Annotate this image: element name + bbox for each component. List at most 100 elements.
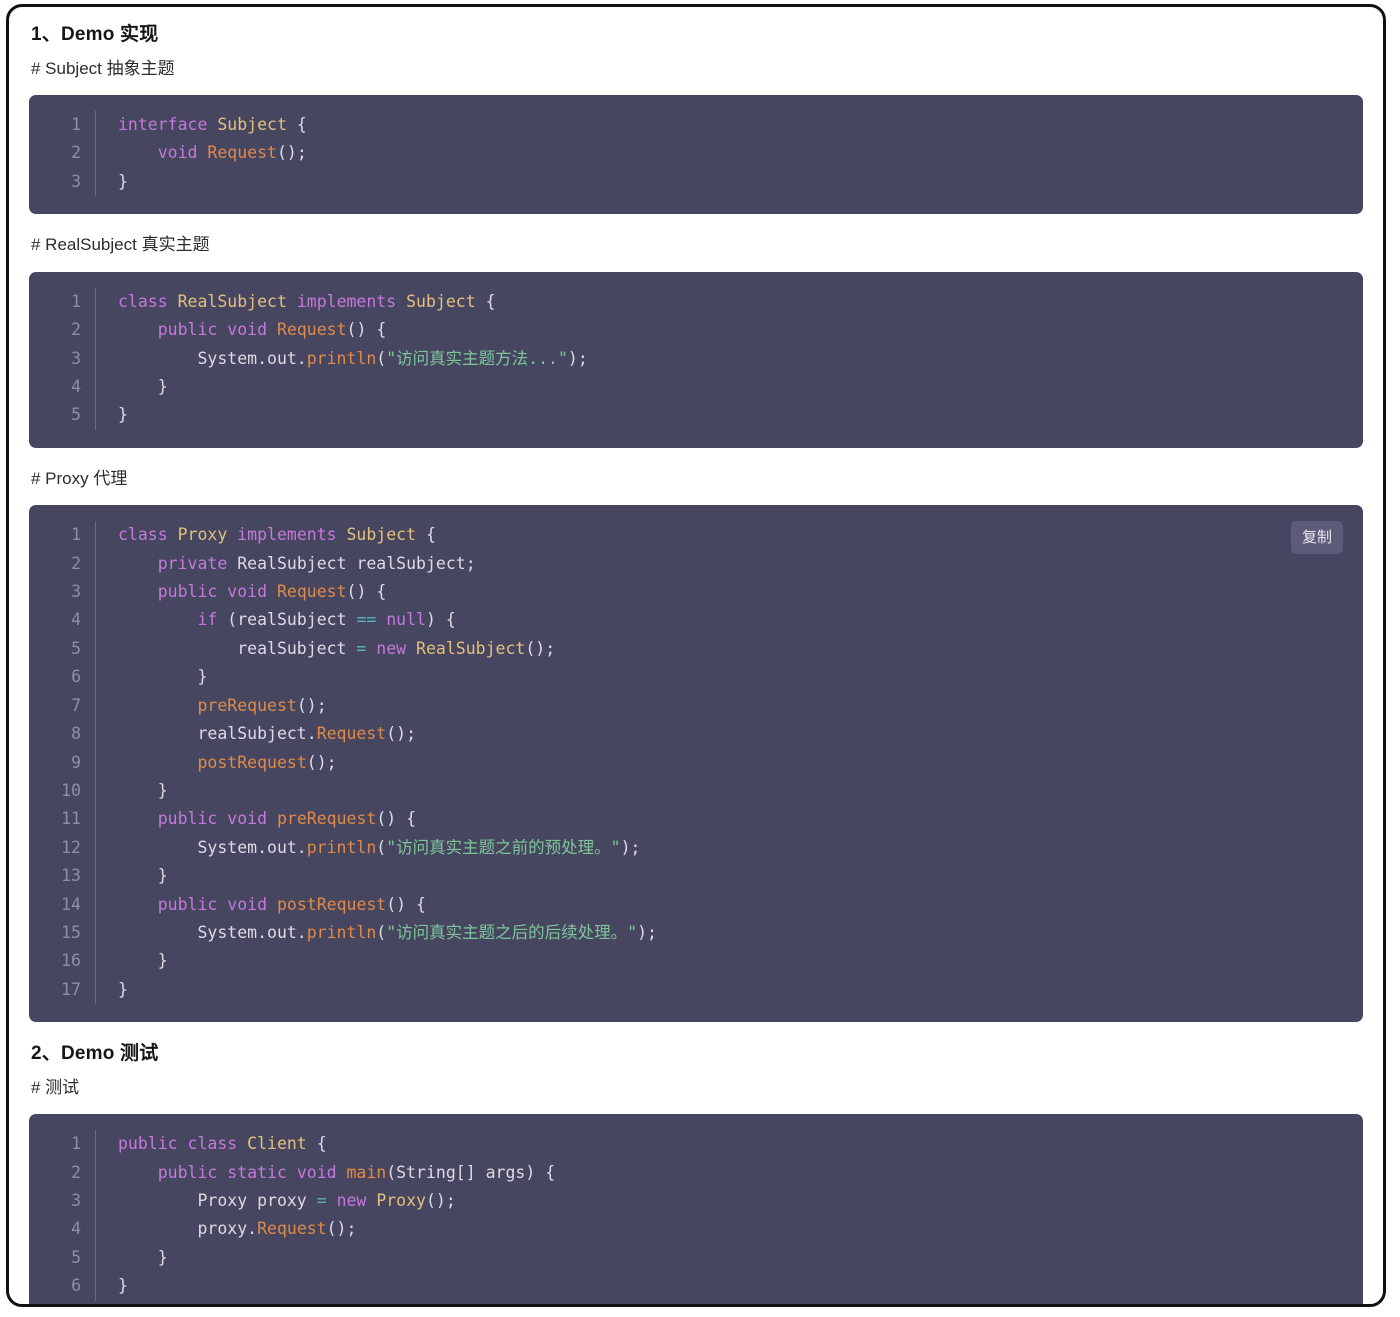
code-line: 1 public class Client { <box>29 1130 1364 1159</box>
code-token-op: = <box>356 638 367 658</box>
line-number: 16 <box>29 947 96 976</box>
code-line-content[interactable]: class RealSubject implements Subject { <box>96 288 1364 316</box>
code-line-content[interactable]: public void preRequest() { <box>96 805 1364 833</box>
code-token-kw: private <box>157 553 238 573</box>
code-line-content[interactable]: public static void main(String[] args) { <box>96 1159 1364 1187</box>
line-number: 12 <box>29 833 96 863</box>
code-token-typ: RealSubject <box>177 291 297 311</box>
code-token-pln: realSubject <box>118 638 357 658</box>
code-token-kw: void <box>157 143 208 163</box>
code-line-content[interactable]: private RealSubject realSubject; <box>96 550 1364 578</box>
code-line-content[interactable]: Proxy proxy = new Proxy(); <box>96 1187 1364 1215</box>
code-line-content[interactable]: } <box>96 168 1364 196</box>
code-line: 3} <box>29 167 1364 197</box>
code-token-pln <box>118 582 158 601</box>
code-line-content[interactable]: } <box>96 663 1364 691</box>
code-token-fn: preRequest <box>197 695 297 715</box>
code-line: 4 proxy.Request(); <box>29 1215 1364 1244</box>
code-line: 2 public static void main(String[] args)… <box>29 1158 1364 1187</box>
section-title: 1、Demo 实现 <box>31 24 159 45</box>
code-token-pln <box>118 1163 158 1182</box>
code-token-kw: public static void <box>157 1162 347 1182</box>
line-number: 3 <box>29 344 96 373</box>
code-listing: 1 public class Client {2 public static vo… <box>29 1130 1364 1301</box>
code-line-content[interactable]: realSubject = new RealSubject(); <box>96 635 1364 663</box>
code-token-typ: Proxy <box>376 1190 426 1210</box>
line-number: 2 <box>29 549 96 579</box>
code-line-content[interactable]: proxy.Request(); <box>96 1215 1364 1243</box>
line-number: 4 <box>29 1215 96 1244</box>
code-block-label: # Proxy 代理 <box>31 468 128 488</box>
code-line-content[interactable]: public void Request() { <box>96 316 1364 344</box>
code-line: 3 Proxy proxy = new Proxy(); <box>29 1186 1364 1216</box>
code-line: 9 postRequest(); <box>29 748 1364 777</box>
code-token-pln: } <box>118 171 128 191</box>
code-token-kw: implements <box>296 291 407 311</box>
line-number: 3 <box>29 1186 96 1216</box>
code-token-pln: { <box>316 1134 327 1154</box>
code-token-pln: ) { <box>426 610 456 630</box>
copy-code-button[interactable]: 复制 <box>1290 521 1343 555</box>
code-token-pln: } <box>118 1247 168 1267</box>
code-line-content[interactable]: realSubject.Request(); <box>96 720 1364 748</box>
code-line: 2 void Request(); <box>29 139 1364 168</box>
code-line: 3 public void Request() { <box>29 578 1364 607</box>
code-line-content[interactable]: } <box>96 1272 1364 1300</box>
line-number: 7 <box>29 691 96 721</box>
code-token-typ: Subject <box>217 115 297 134</box>
code-token-kw: implements <box>237 525 347 545</box>
code-line: 14 public void postRequest() { <box>29 890 1364 919</box>
code-line-content[interactable]: void Request(); <box>96 139 1364 167</box>
section-title: 2、Demo 测试 <box>31 1043 159 1065</box>
code-line-content[interactable]: } <box>96 947 1364 975</box>
code-line-content[interactable]: class Proxy implements Subject { <box>96 521 1364 549</box>
code-line: 3 System.out.println("访问真实主题方法..."); <box>29 344 1364 373</box>
code-line-content[interactable]: preRequest(); <box>96 692 1364 720</box>
code-token-fn: preRequest <box>276 809 377 829</box>
line-number: 1 <box>29 287 96 317</box>
code-line: 1 interface Subject { <box>29 111 1364 140</box>
code-token-fn: Request <box>257 1219 327 1239</box>
code-line-content[interactable]: System.out.println("访问真实主题方法..."); <box>96 345 1364 373</box>
code-line-content[interactable]: } <box>96 777 1364 805</box>
code-line-content[interactable]: System.out.println("访问真实主题之前的预处理。"); <box>96 834 1364 862</box>
code-line-content[interactable]: } <box>96 401 1364 429</box>
code-line: 16 } <box>29 947 1364 976</box>
code-token-typ: Proxy <box>177 525 238 545</box>
code-token-pln: (); <box>296 695 327 715</box>
code-token-pln: (); <box>425 1190 456 1210</box>
code-token-pln <box>118 610 197 629</box>
code-line-content[interactable]: } <box>96 1244 1364 1272</box>
code-token-pln: realSubject. <box>118 724 317 744</box>
code-block-label: # 测试 <box>31 1077 80 1097</box>
code-line-content[interactable]: postRequest(); <box>96 749 1364 777</box>
code-line-content[interactable]: if (realSubject == null) { <box>96 606 1364 634</box>
line-number: 2 <box>29 139 96 168</box>
code-line-content[interactable]: public class Client { <box>96 1130 1364 1158</box>
code-line: 1 class RealSubject implements Subject { <box>29 287 1364 317</box>
code-line-content[interactable]: } <box>96 976 1364 1004</box>
code-block: 1 interface Subject {2 void Request(); 3} <box>29 95 1364 215</box>
line-number: 6 <box>29 1272 96 1301</box>
code-token-pln <box>118 696 197 715</box>
code-line-content[interactable]: } <box>96 862 1364 890</box>
code-line-content[interactable]: public void Request() { <box>96 578 1364 606</box>
code-token-typ: RealSubject <box>416 638 526 658</box>
code-token-pln: System.out. <box>118 837 307 857</box>
line-number: 3 <box>29 167 96 197</box>
code-token-op: = <box>316 1190 327 1210</box>
code-token-fn: Request <box>276 582 347 602</box>
code-line-content[interactable]: interface Subject { <box>96 111 1364 139</box>
code-token-pln: } <box>118 866 168 886</box>
code-line-content[interactable]: System.out.println("访问真实主题之后的后续处理。"); <box>96 919 1364 947</box>
code-line: 15 System.out.println("访问真实主题之后的后续处理。"); <box>29 918 1364 948</box>
code-token-pln: () { <box>346 320 387 340</box>
code-token-pln: proxy. <box>118 1219 258 1239</box>
code-line-content[interactable]: } <box>96 373 1364 401</box>
article-content: 1、Demo 实现 # Subject 抽象主题 1 interface Subjec… <box>29 21 1363 1304</box>
code-token-kw: new <box>376 638 417 658</box>
code-token-pln: { <box>425 525 436 545</box>
code-token-pln: ( <box>376 922 387 942</box>
code-line-content[interactable]: public void postRequest() { <box>96 891 1364 919</box>
code-token-pln <box>118 753 197 772</box>
